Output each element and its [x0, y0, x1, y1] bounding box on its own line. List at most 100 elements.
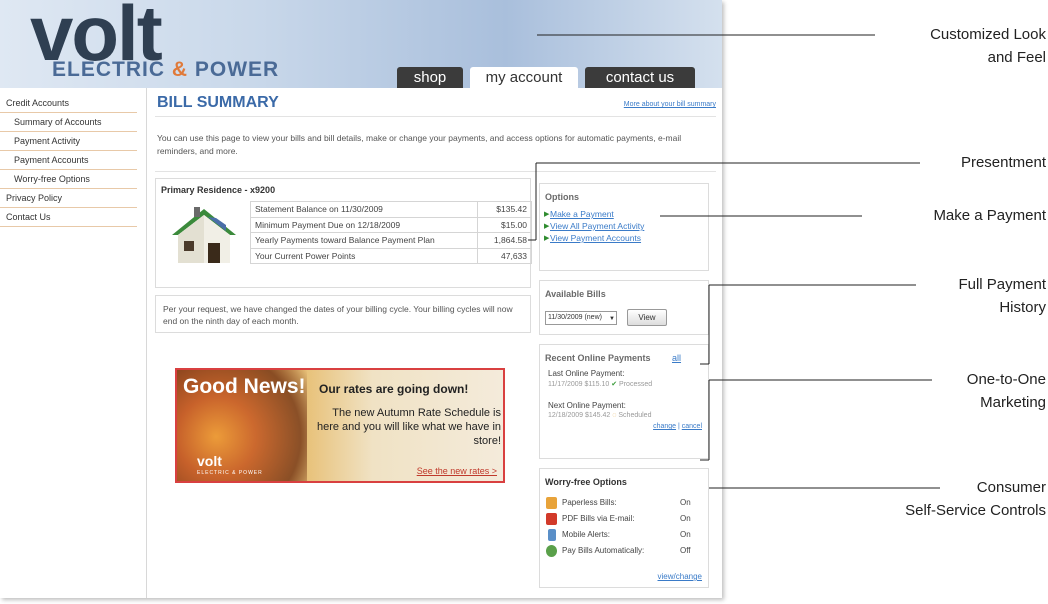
callout-line: One-to-One [966, 371, 1046, 388]
options-title: Options [545, 192, 579, 202]
house-icon [172, 207, 236, 263]
view-change-link[interactable]: view/change [658, 572, 702, 581]
next-payment-label: Next Online Payment: [548, 401, 626, 410]
account-title: Primary Residence - x9200 [161, 185, 276, 195]
worry-free-title: Worry-free Options [545, 477, 627, 487]
checkmark-icon: ✔ [611, 381, 618, 388]
sidebar-item-credit-accounts[interactable]: Credit Accounts [0, 94, 137, 113]
promo-body: The new Autumn Rate Schedule is here and… [316, 407, 501, 447]
more-about-bill-link[interactable]: More about your bill summary [624, 101, 716, 108]
available-bills-panel: Available Bills 11/30/2009 (new) ▼ View [539, 280, 709, 335]
promo-good-news: Good News! [183, 375, 306, 398]
worry-label: PDF Bills via E-mail: [562, 514, 635, 523]
promo-banner[interactable]: Good News! Our rates are going down! The… [175, 368, 505, 483]
callout-line: and Feel [987, 49, 1046, 66]
worry-free-panel: Worry-free Options Paperless Bills: On P… [539, 468, 709, 588]
callout-one-to-one: One-to-One Marketing [967, 368, 1046, 414]
view-bill-button[interactable]: View [627, 309, 667, 326]
notice-text: Per your request, we have changed the da… [163, 304, 513, 326]
tab-my-account[interactable]: my account [470, 67, 578, 88]
make-payment-link[interactable]: Make a Payment [550, 209, 614, 219]
options-panel: Options ▶ Make a Payment ▶ View All Paym… [539, 183, 709, 271]
bill-date-select[interactable]: 11/30/2009 (new) ▼ [545, 311, 617, 325]
arrow-right-icon: ▶ [544, 223, 550, 230]
arrow-right-icon: ▶ [544, 235, 550, 242]
sidebar-item-privacy-policy[interactable]: Privacy Policy [0, 189, 137, 208]
worry-value: On [680, 530, 691, 539]
row-value: $15.00 [477, 216, 532, 233]
worry-label: Paperless Bills: [562, 498, 617, 507]
worry-row-pdf: PDF Bills via E-mail: On [546, 512, 704, 526]
logo-tagline-power: POWER [194, 58, 280, 81]
cancel-payment-link[interactable]: cancel [682, 423, 702, 430]
last-payment-status: Processed [619, 381, 653, 388]
table-row: Yearly Payments toward Balance Payment P… [250, 232, 532, 249]
pdf-icon [546, 513, 557, 525]
sidebar-item-summary-of-accounts[interactable]: Summary of Accounts [0, 113, 137, 132]
callout-self-service: Consumer Self-Service Controls [905, 476, 1046, 522]
view-payment-accounts-link[interactable]: View Payment Accounts [550, 233, 641, 243]
mobile-icon [548, 529, 556, 541]
last-payment-detail: 11/17/2009 $115.10 ✔ Processed [548, 380, 652, 388]
row-value: $135.42 [477, 201, 532, 218]
tab-shop[interactable]: shop [397, 67, 463, 88]
next-payment-amount: $145.42 [585, 412, 611, 419]
callout-presentment: Presentment [961, 151, 1046, 174]
callout-customized-look: Customized Look and Feel [930, 23, 1046, 69]
callout-line: Consumer [976, 479, 1046, 496]
chevron-down-icon: ▼ [609, 316, 615, 322]
worry-value: Off [680, 546, 691, 555]
billing-cycle-notice: Per your request, we have changed the da… [155, 295, 531, 333]
see-new-rates-link[interactable]: See the new rates > [417, 466, 497, 476]
title-divider [155, 116, 716, 117]
page-title: BILL SUMMARY [157, 94, 279, 111]
next-payment-detail: 12/18/2009 $145.42 ◌ Scheduled [548, 412, 651, 419]
callout-line: History [999, 299, 1046, 316]
screenshot-frame: volt ELECTRIC & POWER shop my account co… [0, 0, 722, 598]
callout-make-payment: Make a Payment [933, 204, 1046, 227]
callout-line: Self-Service Controls [905, 502, 1046, 519]
intro-text: You can use this page to view your bills… [157, 133, 682, 156]
sidebar-item-worry-free-options[interactable]: Worry-free Options [0, 170, 137, 189]
row-label: Minimum Payment Due on 12/18/2009 [250, 216, 478, 233]
logo-tagline-amp: & [171, 58, 189, 81]
worry-row-mobile: Mobile Alerts: On [546, 528, 704, 542]
recent-payments-title: Recent Online Payments [545, 353, 651, 363]
primary-residence-panel: Primary Residence - x9200 Statement Bala… [155, 178, 532, 288]
paperless-icon [546, 497, 557, 509]
sidebar-nav: Credit Accounts Summary of Accounts Paym… [0, 94, 137, 227]
next-payment-date: 12/18/2009 [548, 412, 584, 419]
promo-logo-tagline: ELECTRIC & POWER [197, 470, 263, 476]
promo-logo: volt [197, 453, 222, 469]
change-payment-link[interactable]: change [653, 423, 676, 430]
callout-line: Customized Look [930, 26, 1046, 43]
callout-line: Marketing [980, 394, 1046, 411]
last-payment-label: Last Online Payment: [548, 369, 625, 378]
main-content: BILL SUMMARY More about your bill summar… [146, 88, 722, 598]
money-icon [546, 545, 557, 557]
callout-line: Make a Payment [933, 207, 1046, 224]
sidebar-item-contact-us[interactable]: Contact Us [0, 208, 137, 227]
clock-icon: ◌ [612, 412, 617, 419]
available-bills-title: Available Bills [545, 289, 606, 299]
sidebar-item-payment-activity[interactable]: Payment Activity [0, 132, 137, 151]
table-row: Minimum Payment Due on 12/18/2009 $15.00 [250, 216, 532, 233]
next-payment-status: Scheduled [618, 412, 652, 419]
table-row: Your Current Power Points 47,633 [250, 247, 532, 264]
promo-headline: Our rates are going down! [319, 382, 469, 396]
site-header: volt ELECTRIC & POWER shop my account co… [0, 0, 722, 88]
all-payments-link[interactable]: all [672, 353, 681, 363]
row-label: Yearly Payments toward Balance Payment P… [250, 232, 478, 249]
tab-contact-us[interactable]: contact us [585, 67, 695, 88]
table-row: Statement Balance on 11/30/2009 $135.42 [250, 201, 532, 218]
sidebar-item-payment-accounts[interactable]: Payment Accounts [0, 151, 137, 170]
callout-full-history: Full Payment History [958, 273, 1046, 319]
view-payment-activity-link[interactable]: View All Payment Activity [550, 221, 644, 231]
row-value: 47,633 [477, 247, 532, 264]
callout-line: Presentment [960, 154, 1046, 171]
recent-payments-panel: Recent Online Payments all Last Online P… [539, 344, 709, 459]
worry-value: On [680, 514, 691, 523]
last-payment-amount: $115.10 [584, 381, 610, 388]
bill-date-selected: 11/30/2009 (new) [548, 314, 602, 321]
callout-line: Full Payment [958, 276, 1046, 293]
